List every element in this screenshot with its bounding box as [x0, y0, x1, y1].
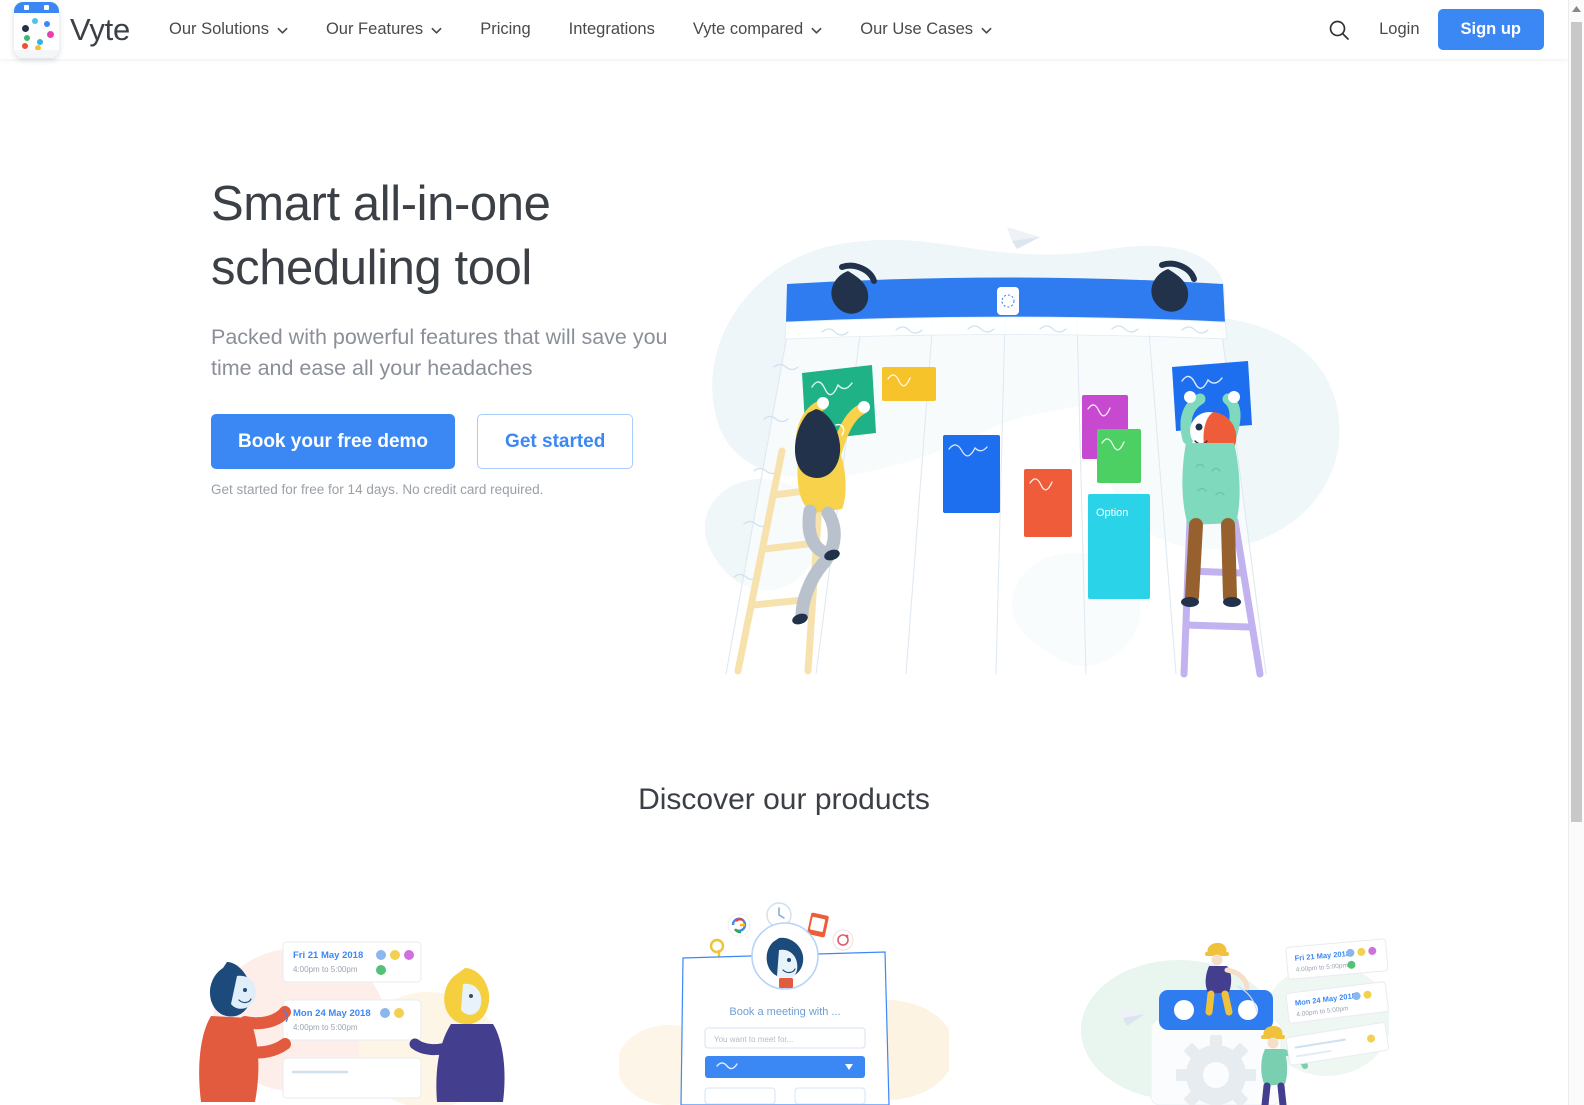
product-card-vyte-page[interactable]: Fri 21 May 2018 4:00pm to 5:00pm Mon 24 … — [179, 900, 509, 1105]
nav-label: Our Use Cases — [860, 20, 974, 38]
nav-item-integrations[interactable]: Integrations — [550, 0, 674, 59]
products-row: Fri 21 May 2018 4:00pm to 5:00pm Mon 24 … — [0, 900, 1568, 1105]
get-started-button[interactable]: Get started — [477, 414, 634, 469]
nav-item-pricing[interactable]: Pricing — [461, 0, 549, 59]
signup-button[interactable]: Sign up — [1437, 9, 1544, 50]
hero-copy: Smart all-in-one scheduling tool Packed … — [211, 172, 731, 497]
date-card-date: Fri 21 May 2018 — [293, 950, 363, 961]
main-navigation: Our Solutions Our Features Pricing Integ… — [150, 0, 1011, 59]
workers-building-calendar-settings-illustration: Fri 21 May 2018 4:00pm to 5:00pm Mon 24 … — [1081, 938, 1389, 1105]
brand-name: Vyte — [70, 12, 131, 47]
nav-label: Our Features — [325, 20, 424, 38]
hero-subtitle: Packed with powerful features that will … — [211, 325, 668, 380]
login-link[interactable]: Login — [1361, 20, 1437, 39]
nav-item-vyte-compared[interactable]: Vyte compared — [674, 0, 841, 59]
nav-label: Pricing — [480, 20, 531, 38]
date-card-time: 4:00pm to 5:00pm — [293, 1023, 358, 1032]
book-demo-button[interactable]: Book your free demo — [211, 414, 456, 469]
hero-cta-group: Book your free demo Get started — [211, 414, 731, 469]
brand-logo-link[interactable]: Vyte — [14, 2, 130, 58]
hero-trial-note: Get started for free for 14 days. No cre… — [211, 482, 544, 497]
booking-input-placeholder: You want to meet for... — [714, 1035, 793, 1044]
scroll-thumb[interactable] — [1571, 22, 1582, 822]
site-header: Vyte Our Solutions Our Features Pricing … — [0, 0, 1568, 59]
two-people-with-date-option-cards-illustration: Fri 21 May 2018 4:00pm to 5:00pm Mon 24 … — [199, 941, 505, 1105]
scroll-up-arrow-icon[interactable] — [1569, 0, 1584, 17]
chevron-down-icon — [277, 25, 288, 36]
hero-section: Smart all-in-one scheduling tool Packed … — [0, 59, 1568, 709]
chevron-down-icon — [431, 25, 442, 36]
product-card-vyte-in[interactable]: Fri 21 May 2018 4:00pm to 5:00pm Mon 24 … — [1059, 900, 1389, 1105]
discover-section-title: Discover our products — [638, 783, 930, 816]
nav-label: Vyte compared — [692, 20, 804, 38]
people-on-ladders-calendar-board-illustration: Option — [690, 219, 1350, 679]
browser-page: Vyte Our Solutions Our Features Pricing … — [0, 0, 1584, 1105]
chevron-down-icon — [981, 25, 992, 36]
search-icon[interactable] — [1317, 8, 1361, 52]
date-card-date: Mon 24 May 2018 — [293, 1008, 371, 1019]
product-card-vyte-me[interactable]: Book a meeting with ... You want to meet… — [619, 900, 949, 1105]
chevron-down-icon — [811, 25, 822, 36]
nav-item-our-features[interactable]: Our Features — [307, 0, 461, 59]
option-card-label: Option — [1096, 507, 1128, 519]
booking-page-with-avatar-illustration: Book a meeting with ... You want to meet… — [619, 902, 949, 1105]
vertical-scrollbar[interactable] — [1568, 0, 1584, 1105]
nav-item-our-solutions[interactable]: Our Solutions — [150, 0, 307, 59]
nav-label: Integrations — [568, 20, 655, 38]
hero-title-line-2: scheduling tool — [211, 241, 532, 295]
nav-item-our-use-cases[interactable]: Our Use Cases — [841, 0, 1011, 59]
header-actions: Login Sign up — [1317, 0, 1544, 59]
hero-title-line-1: Smart all-in-one — [211, 177, 551, 231]
hero-title: Smart all-in-one scheduling tool — [211, 172, 731, 300]
calendar-dots-icon — [14, 2, 59, 58]
page-viewport: Vyte Our Solutions Our Features Pricing … — [0, 0, 1568, 1105]
date-card-time: 4:00pm to 5:00pm — [293, 965, 358, 974]
nav-label: Our Solutions — [169, 20, 269, 38]
booking-heading: Book a meeting with ... — [729, 1006, 840, 1018]
